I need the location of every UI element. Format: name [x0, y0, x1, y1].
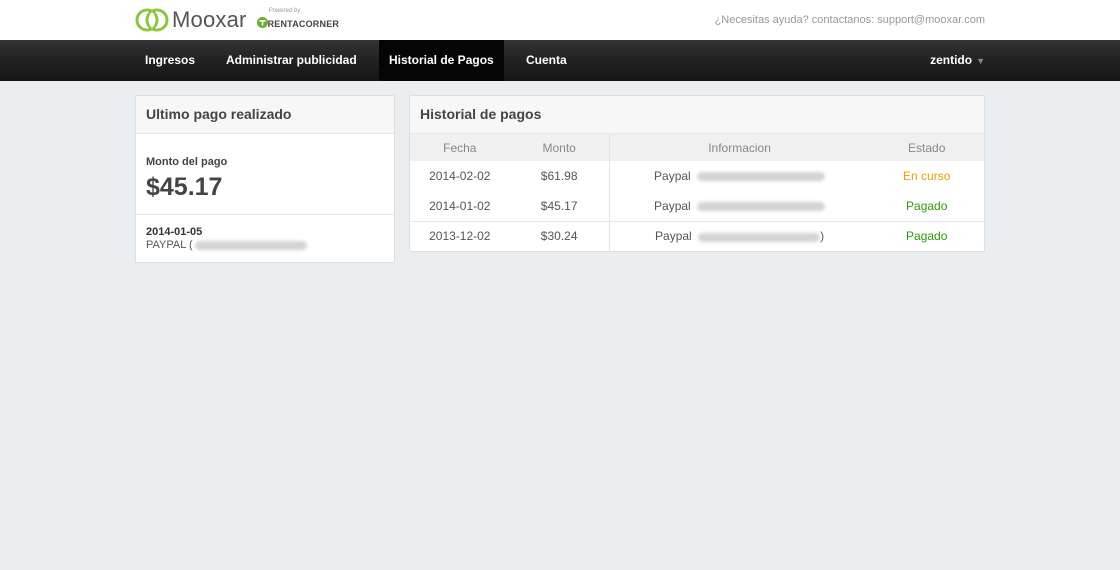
cell-amount: $30.24: [509, 220, 610, 251]
redacted-email: [697, 202, 826, 212]
redacted-email: [697, 172, 826, 182]
last-payment-panel: Ultimo pago realizado Monto del pago $45…: [135, 95, 395, 263]
help-contact-text[interactable]: ¿Necesitas ayuda? contactanos: support@m…: [715, 14, 985, 26]
partner-name: RENTACORNER: [267, 18, 340, 29]
powered-by-block: Powered by RENTACORNER: [256, 7, 340, 33]
cell-info: Paypal: [608, 161, 870, 191]
top-bar: Mooxar Powered by RENTACORNER ¿Necesitas…: [0, 0, 1120, 40]
redacted-email: [698, 232, 821, 242]
column-header-informacion: Informacion: [608, 134, 870, 161]
mooxar-logo[interactable]: Mooxar Powered by RENTACORNER: [135, 7, 339, 33]
cell-status: Pagado: [906, 198, 948, 213]
cell-info: Paypal ): [608, 220, 870, 251]
logo-name: Mooxar: [172, 7, 247, 32]
payment-amount-block: Monto del pago $45.17: [136, 134, 394, 215]
user-menu[interactable]: zentido ▼: [930, 40, 985, 81]
last-payment-title: Ultimo pago realizado: [136, 96, 394, 134]
powered-by-text: Powered by: [268, 7, 301, 14]
amount-value: $45.17: [146, 173, 223, 201]
payment-details: 2014-01-05 PAYPAL (: [136, 215, 394, 251]
column-header-monto: Monto: [542, 140, 576, 155]
payment-history-title: Historial de pagos: [410, 96, 984, 134]
payment-history-panel: Historial de pagos Fecha Monto Informaci…: [409, 95, 985, 252]
nav-item-ingresos[interactable]: Ingresos: [135, 40, 205, 81]
cell-amount: $45.17: [540, 198, 578, 213]
cell-date: 2014-01-02: [429, 198, 491, 213]
payment-method: PAYPAL (: [146, 239, 384, 251]
user-name: zentido: [930, 53, 973, 67]
table-row: 2014-02-02 $61.98 Paypal En curso: [410, 161, 984, 191]
table-row: 2014-01-02 $45.17 Paypal Pagado: [410, 191, 984, 221]
info-close-paren: ): [820, 229, 825, 244]
amount-label: Monto del pago: [146, 156, 228, 168]
table-row: 2013-12-02 $30.24 Paypal ) Pagado: [410, 220, 984, 251]
cell-status: En curso: [903, 169, 951, 183]
redacted-email: [194, 240, 307, 250]
main-nav: Ingresos Administrar publicidad Historia…: [0, 40, 1120, 81]
mooxar-logo-icon: [135, 8, 169, 32]
nav-item-administrar-publicidad[interactable]: Administrar publicidad: [216, 40, 367, 81]
cell-date: 2014-02-02: [429, 169, 491, 183]
cell-amount: $61.98: [540, 169, 578, 183]
info-method: Paypal: [654, 198, 691, 213]
nav-item-cuenta[interactable]: Cuenta: [516, 40, 577, 81]
cell-date: 2013-12-02: [410, 220, 510, 251]
payment-date: 2014-01-05: [146, 226, 203, 238]
info-method: Paypal: [655, 229, 692, 244]
table-header-row: Fecha Monto Informacion Estado: [410, 134, 984, 161]
chevron-down-icon: ▼: [976, 56, 985, 66]
nav-item-historial-de-pagos[interactable]: Historial de Pagos: [379, 40, 504, 81]
rentacorner-icon: [256, 15, 268, 33]
payment-method-label: PAYPAL (: [146, 239, 193, 251]
column-header-fecha: Fecha: [443, 140, 477, 155]
info-method: Paypal: [654, 169, 691, 183]
cell-status: Pagado: [869, 220, 984, 251]
payment-history-table: Fecha Monto Informacion Estado 2014-02-0…: [410, 134, 984, 251]
cell-info: Paypal: [608, 191, 870, 221]
column-header-estado: Estado: [908, 140, 946, 155]
